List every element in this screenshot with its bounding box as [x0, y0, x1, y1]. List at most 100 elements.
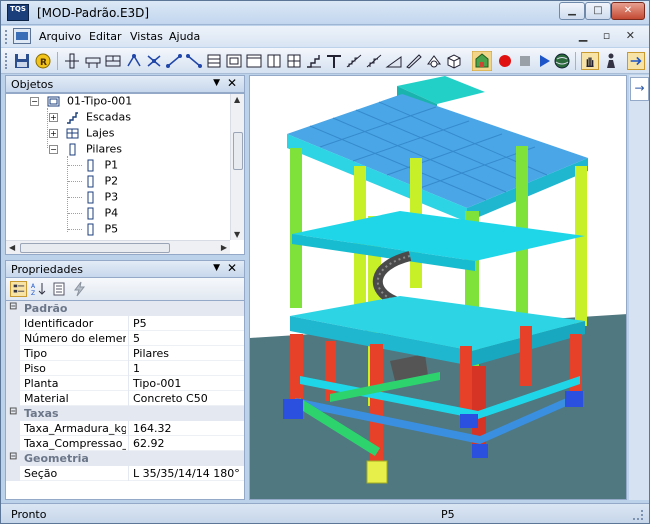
- column-divider: [128, 421, 129, 436]
- menu-arquivo[interactable]: Arquivo: [39, 30, 81, 43]
- property-value[interactable]: 5: [133, 332, 140, 345]
- view-icon[interactable]: [285, 52, 303, 70]
- collapse-icon[interactable]: −: [30, 96, 39, 106]
- stairs-icon[interactable]: [305, 52, 323, 70]
- property-value[interactable]: Tipo-001: [133, 377, 181, 390]
- node-icon[interactable]: [125, 52, 143, 70]
- expand-icon[interactable]: +: [49, 112, 58, 122]
- save-icon[interactable]: [13, 52, 31, 70]
- beam-icon[interactable]: [84, 52, 102, 70]
- node3-icon[interactable]: [165, 52, 183, 70]
- menu-vistas[interactable]: Vistas: [130, 30, 163, 43]
- cube-icon[interactable]: [445, 52, 463, 70]
- property-value[interactable]: 62.92: [133, 437, 165, 450]
- tree-item-tipo-001[interactable]: − 01-Tipo-001: [30, 94, 132, 110]
- 3d-model-render[interactable]: [250, 76, 627, 500]
- tree-item-p2[interactable]: P2: [84, 174, 118, 190]
- scroll-thumb[interactable]: [233, 132, 243, 170]
- node2-icon[interactable]: [145, 52, 163, 70]
- property-value[interactable]: 164.32: [133, 422, 172, 435]
- slab-icon[interactable]: [205, 52, 223, 70]
- render-icon[interactable]: R: [34, 52, 52, 70]
- property-row[interactable]: Material Concreto C50: [6, 391, 244, 406]
- property-row[interactable]: Taxa_Compressao_... 62.92: [6, 436, 244, 451]
- scroll-down-icon[interactable]: ▼: [234, 230, 240, 239]
- sort-alpha-icon[interactable]: AZ: [30, 281, 47, 297]
- stop-icon[interactable]: [516, 52, 534, 70]
- wall-icon[interactable]: [104, 52, 122, 70]
- maximize-button[interactable]: □: [585, 2, 611, 20]
- ramp-icon[interactable]: [385, 52, 403, 70]
- expand-icon[interactable]: +: [49, 128, 58, 138]
- toolbar-grip[interactable]: [5, 53, 9, 69]
- shape-icon[interactable]: [425, 52, 443, 70]
- box-icon[interactable]: [265, 52, 283, 70]
- property-value[interactable]: 1: [133, 362, 140, 375]
- steps-icon[interactable]: [345, 52, 363, 70]
- ramp2-icon[interactable]: [405, 52, 423, 70]
- close-button[interactable]: ✕: [611, 2, 645, 20]
- property-key: Material: [24, 392, 69, 405]
- tree-horizontal-scrollbar[interactable]: ◀ ▶: [6, 240, 230, 254]
- property-value[interactable]: L 35/35/14/14 180°: [133, 467, 240, 480]
- window-icon[interactable]: [245, 52, 263, 70]
- frame-icon[interactable]: [225, 52, 243, 70]
- property-row[interactable]: Piso 1: [6, 361, 244, 376]
- tree-item-pilares[interactable]: − Pilares: [49, 142, 122, 158]
- property-row[interactable]: Identificador P5: [6, 316, 244, 331]
- minimize-button[interactable]: ▁: [559, 2, 585, 20]
- tree-item-p1[interactable]: P1: [84, 158, 118, 174]
- grip-handle[interactable]: [5, 30, 9, 44]
- categorized-icon[interactable]: [10, 281, 27, 297]
- person-icon[interactable]: [602, 52, 620, 70]
- tree-item-p3[interactable]: P3: [84, 190, 118, 206]
- tee-icon[interactable]: [325, 52, 343, 70]
- steps2-icon[interactable]: [365, 52, 383, 70]
- property-value[interactable]: Pilares: [133, 347, 169, 360]
- dock-tab-arrow-icon[interactable]: →: [630, 77, 649, 101]
- scroll-up-icon[interactable]: ▲: [234, 95, 240, 104]
- record-icon[interactable]: [496, 52, 514, 70]
- menu-editar[interactable]: Editar: [89, 30, 122, 43]
- scroll-right-icon[interactable]: ▶: [221, 243, 227, 252]
- building-icon[interactable]: [472, 51, 492, 71]
- 3d-viewport[interactable]: [249, 75, 627, 500]
- document-icon[interactable]: [13, 28, 31, 44]
- collapse-icon[interactable]: ⊟: [9, 301, 17, 312]
- scroll-left-icon[interactable]: ◀: [9, 243, 15, 252]
- property-value[interactable]: P5: [133, 317, 147, 330]
- property-row[interactable]: Número do elemento 5: [6, 331, 244, 346]
- property-pages-icon[interactable]: [51, 281, 68, 297]
- property-row[interactable]: Planta Tipo-001: [6, 376, 244, 391]
- tree-item-p5[interactable]: P5: [84, 222, 118, 238]
- property-row[interactable]: Tipo Pilares: [6, 346, 244, 361]
- property-row[interactable]: Seção L 35/35/14/14 180°: [6, 466, 244, 481]
- panel-menu-icon[interactable]: ▼: [213, 263, 220, 273]
- arrow-icon[interactable]: [627, 52, 645, 70]
- scroll-thumb[interactable]: [20, 243, 170, 253]
- category-geometria[interactable]: ⊟ Geometria: [6, 451, 244, 466]
- tree-item-escadas[interactable]: + Escadas: [49, 110, 131, 126]
- pillar-icon[interactable]: [63, 52, 81, 70]
- property-value[interactable]: Concreto C50: [133, 392, 208, 405]
- panel-menu-icon[interactable]: ▼: [213, 78, 220, 88]
- mdi-window-controls[interactable]: ▁ ▫ ✕: [579, 29, 641, 42]
- node4-icon[interactable]: [185, 52, 203, 70]
- property-row[interactable]: Taxa_Armadura_kgf... 164.32: [6, 421, 244, 436]
- globe-icon[interactable]: [553, 52, 571, 70]
- panel-close-icon[interactable]: ✕: [227, 261, 237, 275]
- category-padrao[interactable]: ⊟ Padrão: [6, 301, 244, 316]
- panel-close-icon[interactable]: ✕: [227, 76, 237, 90]
- collapse-icon[interactable]: ⊟: [9, 406, 17, 417]
- tree-item-p4[interactable]: P4: [84, 206, 118, 222]
- collapse-icon[interactable]: −: [49, 144, 58, 154]
- events-icon[interactable]: [71, 281, 88, 297]
- tree-vertical-scrollbar[interactable]: ▲ ▼: [230, 94, 244, 240]
- menu-ajuda[interactable]: Ajuda: [169, 30, 200, 43]
- hand-icon[interactable]: [581, 52, 599, 70]
- resize-grip[interactable]: [633, 510, 643, 520]
- tree-item-lajes[interactable]: + Lajes: [49, 126, 114, 142]
- category-taxas[interactable]: ⊟ Taxas: [6, 406, 244, 421]
- collapse-icon[interactable]: ⊟: [9, 451, 17, 462]
- play-icon[interactable]: [535, 52, 553, 70]
